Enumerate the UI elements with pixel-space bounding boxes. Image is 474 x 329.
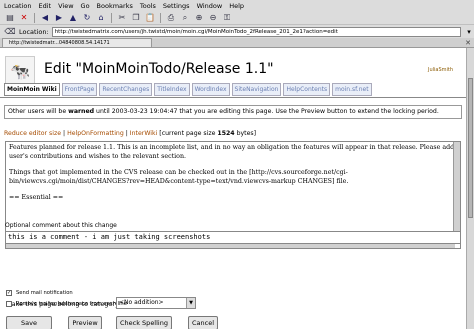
tab-current[interactable]: http://twistedmatr...04840808.54.14171 [2,38,152,47]
forward-icon[interactable]: ▶ [53,12,65,24]
scrollbar-thumb[interactable] [468,78,473,218]
nav-moinmoin-wiki[interactable]: MoinMoin Wiki [4,83,60,96]
wiki-nav: MoinMoin Wiki FrontPage RecentChanges Ti… [0,83,372,96]
lock-warning: Other users will be warned until 2003-03… [4,105,462,119]
editor-line: == Essential == [9,194,64,201]
remove-whitespace-label: Remove trailing whitespace from each lin… [16,301,127,307]
location-bar: ⌫ Location: http://twistedmatrix.com/use… [0,25,474,38]
page-content: 🐄 Edit "MoinMoinTodo/Release 1.1" JuliaS… [0,48,466,329]
browser-toolbar: ▤ ✕ ◀ ▶ ▲ ↻ ⌂ ✂ ❐ 📋 ⎙ ⌕ ⊕ ⊖ ⚿ [0,11,474,25]
paste-icon[interactable]: 📋 [144,12,156,24]
interwiki-link[interactable]: InterWiki [130,130,158,137]
nav-sitenavigation[interactable]: SiteNavigation [231,83,282,96]
editor-line: Things that got implemented in the CVS r… [9,169,349,185]
page-size-post: bytes] [234,130,257,137]
warning-text-post: until 2003-03-23 19:04:47 that you are e… [94,108,439,115]
cut-icon[interactable]: ✂ [116,12,128,24]
editor-links: Reduce editor size | HelpOnFormatting | … [4,130,257,137]
page-size-value: 1524 [217,130,235,137]
menu-tools[interactable]: Tools [140,2,156,10]
tab-bar: http://twistedmatr...04840808.54.14171 ✕ [0,38,474,48]
comment-input[interactable]: this is a comment - i am just taking scr… [5,231,461,244]
toolbar-separator [160,12,161,23]
copy-icon[interactable]: ❐ [130,12,142,24]
security-icon[interactable]: ⚿ [221,12,233,24]
home-icon[interactable]: ⌂ [95,12,107,24]
zoom-in-icon[interactable]: ⊕ [193,12,205,24]
clear-location-icon[interactable]: ⌫ [4,26,16,38]
category-select[interactable]: <No addition> ▼ [116,297,196,309]
menu-help[interactable]: Help [229,2,244,10]
nav-recentchanges[interactable]: RecentChanges [99,83,153,96]
menu-bookmarks[interactable]: Bookmarks [97,2,133,10]
check-spelling-button[interactable]: Check Spelling [116,316,172,329]
zoom-out-icon[interactable]: ⊖ [207,12,219,24]
reduce-editor-link[interactable]: Reduce editor size [4,130,61,137]
location-go-icon[interactable]: ▾ [464,27,474,37]
editor-vertical-scrollbar[interactable] [453,142,460,242]
back-icon[interactable]: ◀ [39,12,51,24]
toolbar-separator [34,12,35,23]
location-input[interactable]: http://twistedmatrix.com/users/jh.twistd… [51,26,462,37]
header-divider [0,97,466,98]
nav-titleindex[interactable]: TitleIndex [154,83,190,96]
comment-label: Optional comment about this change [5,222,117,229]
remove-whitespace-checkbox[interactable] [6,301,12,307]
stop-icon[interactable]: ✕ [18,12,30,24]
menu-settings[interactable]: Settings [163,2,190,10]
send-mail-checkbox[interactable]: ✓ [6,290,12,296]
page-title: Edit "MoinMoinTodo/Release 1.1" [44,61,274,77]
nav-helpcontents[interactable]: HelpContents [283,83,331,96]
menu-view[interactable]: View [58,2,73,10]
menu-bar: Location Edit View Go Bookmarks Tools Se… [0,0,474,11]
nav-wordindex[interactable]: WordIndex [191,83,230,96]
reload-icon[interactable]: ↻ [81,12,93,24]
cancel-button[interactable]: Cancel [188,316,218,329]
warning-text-pre: Other users will be [8,108,69,115]
toolbar-separator [111,12,112,23]
editor-line: Features planned for release 1.1. This i… [9,144,455,160]
warning-text-bold: warned [68,108,95,115]
location-label: Location: [19,27,49,36]
nav-moin-sf-net[interactable]: moin.sf.net [332,83,372,96]
find-icon[interactable]: ⌕ [179,12,191,24]
page-size-pre: [current page size [159,130,218,137]
close-tab-icon[interactable]: ✕ [465,39,471,47]
print-icon[interactable]: ⎙ [165,12,177,24]
menu-edit[interactable]: Edit [39,2,52,10]
menu-window[interactable]: Window [197,2,223,10]
chevron-down-icon: ▼ [186,298,195,308]
save-changes-button[interactable]: Save Changes [6,316,52,329]
menu-go[interactable]: Go [81,2,90,10]
send-mail-label: Send mail notification [16,290,73,296]
moinmoin-logo[interactable]: 🐄 [5,56,35,86]
page-vertical-scrollbar[interactable] [466,48,474,329]
user-link[interactable]: JuliaSmith [428,67,453,73]
page-icon[interactable]: ▤ [4,12,16,24]
nav-frontpage[interactable]: FrontPage [61,83,98,96]
help-formatting-link[interactable]: HelpOnFormatting [67,130,124,137]
menu-location[interactable]: Location [4,2,32,10]
preview-button[interactable]: Preview [68,316,102,329]
up-icon[interactable]: ▲ [67,12,79,24]
